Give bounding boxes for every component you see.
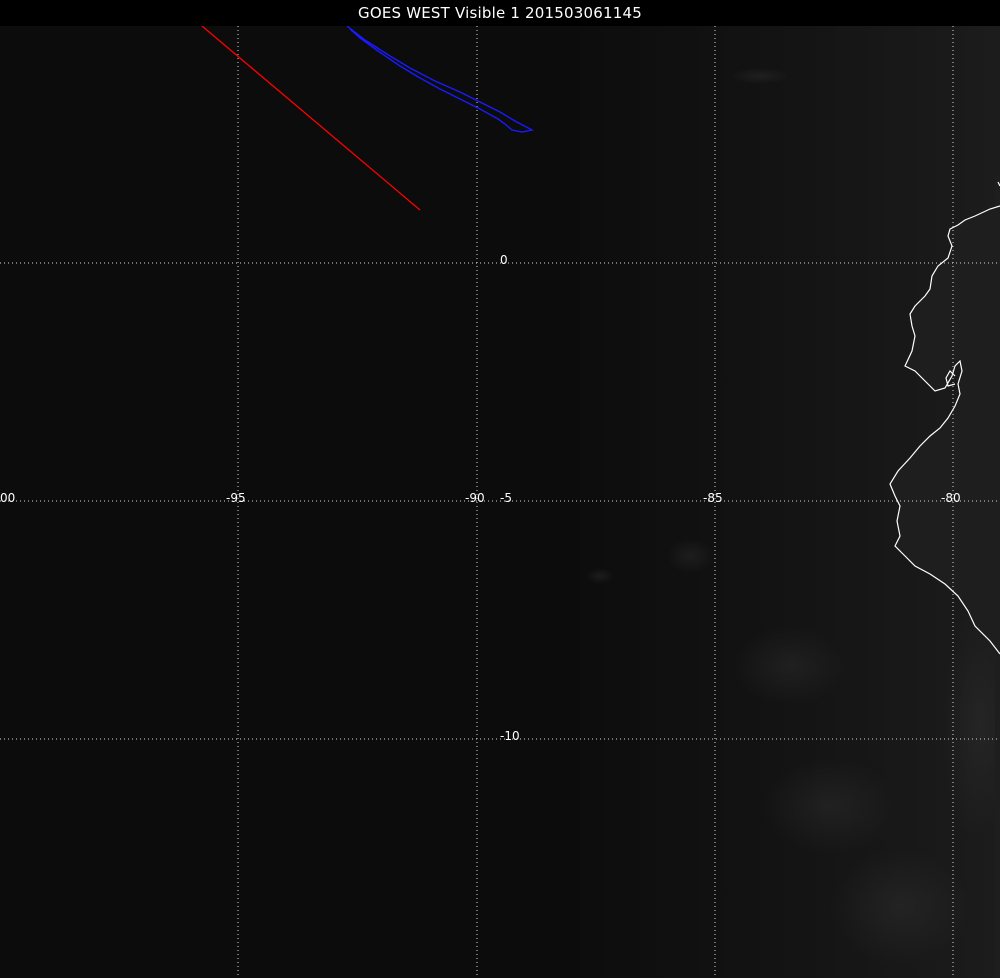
lon-label-minus85: -85 [703,491,723,505]
image-title: GOES WEST Visible 1 201503061145 [358,4,642,22]
satellite-viewer: GOES WEST Visible 1 201503061145 00 -95 … [0,0,1000,978]
lon-label-minus100: 00 [0,491,15,505]
lon-label-minus90: -90 [465,491,485,505]
land-fill-east [995,176,1000,978]
map-canvas: 00 -95 -90 -85 -80 0 -5 -10 [0,26,1000,978]
title-bar: GOES WEST Visible 1 201503061145 [0,0,1000,26]
satellite-map[interactable]: 00 -95 -90 -85 -80 0 -5 -10 [0,26,1000,978]
lon-label-minus80: -80 [941,491,961,505]
lon-label-minus95: -95 [226,491,246,505]
lat-label-minus5: -5 [500,491,512,505]
lat-label-0: 0 [500,253,508,267]
lat-label-minus10: -10 [500,729,520,743]
